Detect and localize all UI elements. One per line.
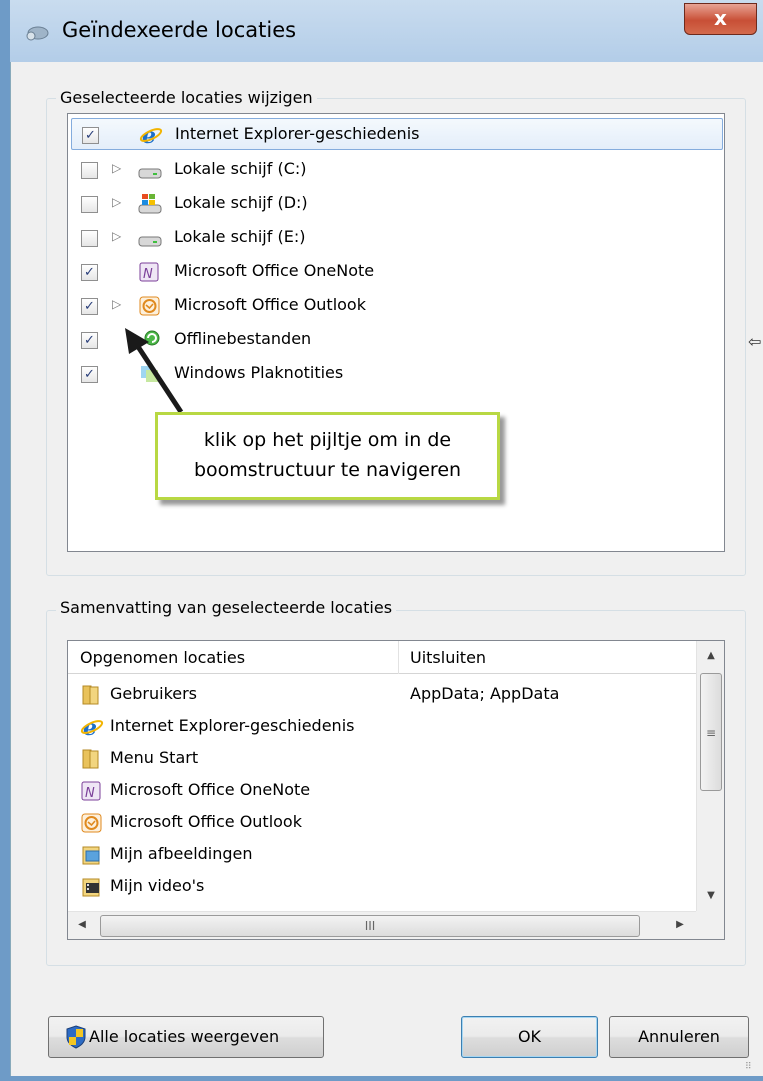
listview-header: Opgenomen locaties Uitsluiten bbox=[68, 641, 696, 674]
tree-item-label: Microsoft Office Outlook bbox=[174, 295, 366, 314]
checkbox[interactable]: ✓ bbox=[81, 366, 98, 383]
indexed-locations-dialog: Geïndexeerde locaties x Geselecteerde lo… bbox=[0, 0, 763, 1081]
checkbox[interactable]: ✓ bbox=[81, 298, 98, 315]
scroll-right-icon[interactable]: ▶ bbox=[666, 911, 694, 939]
internet-explorer-icon: e bbox=[139, 124, 163, 146]
list-item-name: Mijn video's bbox=[110, 876, 205, 895]
hard-drive-icon bbox=[138, 168, 162, 179]
expand-arrow-icon[interactable]: ▷ bbox=[112, 229, 121, 243]
scroll-up-icon[interactable]: ▲ bbox=[697, 641, 724, 671]
resize-cursor-icon: ⇦ bbox=[748, 332, 762, 351]
selected-locations-legend: Geselecteerde locaties wijzigen bbox=[56, 88, 317, 107]
annotation-callout: klik op het pijltje om in de boomstructu… bbox=[155, 412, 500, 500]
hard-drive-icon bbox=[138, 236, 162, 247]
pictures-folder-icon bbox=[82, 846, 100, 865]
annotation-arrow bbox=[125, 328, 184, 414]
vertical-scrollbar[interactable]: ▲ ≡ ▼ bbox=[696, 641, 724, 911]
list-item[interactable]: N Microsoft Office OneNote bbox=[68, 775, 696, 807]
cancel-button[interactable]: Annuleren bbox=[609, 1016, 749, 1058]
checkbox[interactable]: ✓ bbox=[81, 264, 98, 281]
checkbox[interactable] bbox=[81, 196, 98, 213]
list-item-name: Gebruikers bbox=[110, 684, 198, 703]
checkbox[interactable]: ✓ bbox=[81, 332, 98, 349]
scroll-left-icon[interactable]: ◀ bbox=[68, 911, 96, 939]
list-item[interactable]: Mijn afbeeldingen bbox=[68, 839, 696, 871]
internet-explorer-icon: e bbox=[80, 715, 104, 739]
column-divider[interactable] bbox=[398, 641, 399, 674]
column-header-included[interactable]: Opgenomen locaties bbox=[80, 648, 245, 667]
folder-icon bbox=[82, 749, 99, 769]
show-all-locations-label: Alle locaties weergeven bbox=[89, 1027, 280, 1046]
vertical-scroll-thumb[interactable]: ≡ bbox=[700, 673, 722, 791]
resize-grip-icon[interactable]: ⠿ bbox=[745, 1062, 759, 1076]
list-item[interactable]: Microsoft Office Outlook bbox=[68, 807, 696, 839]
summary-listview[interactable]: Opgenomen locaties Uitsluiten Gebruikers… bbox=[67, 640, 725, 940]
summary-legend: Samenvatting van geselecteerde locaties bbox=[56, 598, 397, 617]
tree-item-label: Windows Plaknotities bbox=[174, 363, 344, 382]
list-item-name: Microsoft Office Outlook bbox=[110, 812, 302, 831]
expand-arrow-icon[interactable]: ▷ bbox=[112, 161, 121, 175]
tree-item-drive-d[interactable]: ▷ Lokale schijf (D:) bbox=[68, 188, 720, 220]
list-item-name: Menu Start bbox=[110, 748, 199, 767]
tree-item-label: Lokale schijf (D:) bbox=[174, 193, 308, 212]
window-title: Geïndexeerde locaties bbox=[62, 18, 297, 42]
window-frame-bottom bbox=[0, 1076, 763, 1081]
windows-drive-icon bbox=[138, 194, 162, 214]
outlook-icon bbox=[139, 296, 160, 316]
title-bar: Geïndexeerde locaties x bbox=[0, 0, 763, 62]
tree-item-drive-c[interactable]: ▷ Lokale schijf (C:) bbox=[68, 154, 720, 186]
scrollbar-corner bbox=[696, 911, 724, 939]
folder-icon bbox=[82, 685, 99, 705]
list-item-exclude: AppData; AppData bbox=[410, 684, 560, 703]
indexing-options-icon bbox=[26, 26, 49, 41]
scroll-down-icon[interactable]: ▼ bbox=[697, 881, 724, 911]
tree-item-outlook[interactable]: ✓ ▷ Microsoft Office Outlook bbox=[68, 290, 720, 322]
outlook-icon bbox=[81, 813, 102, 833]
uac-shield-icon bbox=[66, 1025, 86, 1049]
checkbox[interactable] bbox=[81, 230, 98, 247]
svg-text:N: N bbox=[143, 267, 153, 282]
ok-button[interactable]: OK bbox=[461, 1016, 598, 1058]
list-item[interactable]: Gebruikers AppData; AppData bbox=[68, 679, 696, 711]
list-item-name: Mijn afbeeldingen bbox=[110, 844, 253, 863]
list-item[interactable]: Mijn video's bbox=[68, 871, 696, 903]
checkbox[interactable]: ✓ bbox=[82, 127, 99, 144]
expand-arrow-icon[interactable]: ▷ bbox=[112, 297, 121, 311]
svg-text:N: N bbox=[85, 786, 95, 801]
tree-item-internet-explorer[interactable]: ✓ e Internet Explorer-geschiedenis bbox=[71, 118, 723, 150]
horizontal-scroll-thumb[interactable]: III bbox=[100, 915, 640, 937]
checkbox[interactable] bbox=[81, 162, 98, 179]
tree-item-label: Internet Explorer-geschiedenis bbox=[175, 124, 420, 143]
videos-folder-icon bbox=[82, 878, 100, 897]
close-button[interactable]: x bbox=[684, 3, 757, 35]
expand-arrow-icon[interactable]: ▷ bbox=[112, 195, 121, 209]
horizontal-scrollbar[interactable]: ◀ III ▶ bbox=[68, 911, 696, 939]
list-item[interactable]: Menu Start bbox=[68, 743, 696, 775]
show-all-locations-button[interactable]: Alle locaties weergeven bbox=[48, 1016, 324, 1058]
window-frame-left bbox=[0, 0, 10, 1081]
tree-item-label: Lokale schijf (C:) bbox=[174, 159, 307, 178]
list-item-name: Microsoft Office OneNote bbox=[110, 780, 311, 799]
tree-item-label: Microsoft Office OneNote bbox=[174, 261, 375, 280]
column-header-exclude[interactable]: Uitsluiten bbox=[410, 648, 486, 667]
tree-item-drive-e[interactable]: ▷ Lokale schijf (E:) bbox=[68, 222, 720, 254]
onenote-icon: N bbox=[81, 781, 101, 801]
list-item[interactable]: e Internet Explorer-geschiedenis bbox=[68, 711, 696, 743]
onenote-icon: N bbox=[139, 262, 159, 282]
tree-item-onenote[interactable]: ✓ N Microsoft Office OneNote bbox=[68, 256, 720, 288]
list-item-name: Internet Explorer-geschiedenis bbox=[110, 716, 355, 735]
tree-item-label: Lokale schijf (E:) bbox=[174, 227, 306, 246]
